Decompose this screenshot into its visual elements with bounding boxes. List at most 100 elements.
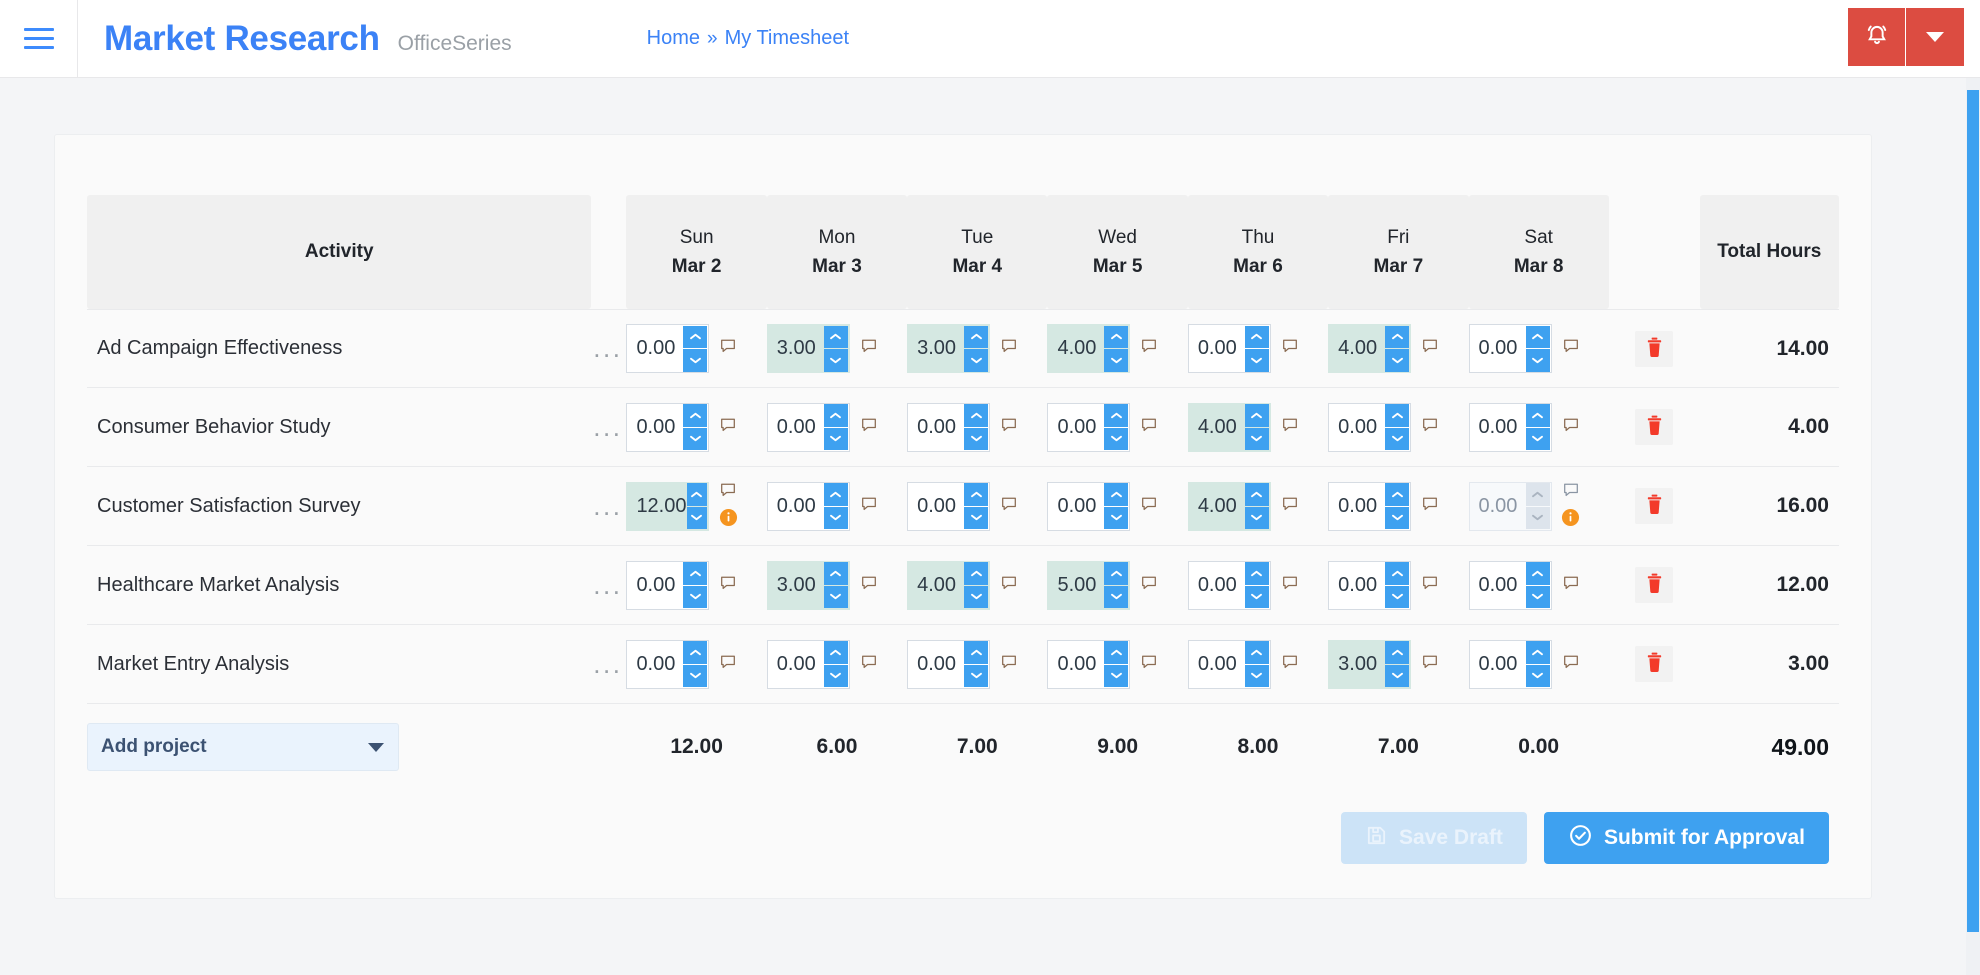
row-menu-button[interactable]: ... xyxy=(591,625,627,704)
comment-flag-icon[interactable] xyxy=(1000,653,1018,676)
hour-stepper[interactable] xyxy=(686,483,708,530)
chevron-down-icon[interactable] xyxy=(1385,585,1410,608)
info-circle-icon[interactable] xyxy=(719,508,738,532)
hamburger-menu-icon[interactable] xyxy=(0,0,78,78)
comment-flag-icon[interactable] xyxy=(1562,653,1580,676)
chevron-up-icon[interactable] xyxy=(683,641,708,664)
chevron-up-icon[interactable] xyxy=(1244,483,1269,506)
chevron-down-icon[interactable] xyxy=(1525,427,1550,450)
comment-flag-icon[interactable] xyxy=(860,337,878,360)
hour-input-wrapper[interactable]: 0.00 xyxy=(907,402,991,452)
chevron-up-icon[interactable] xyxy=(1525,404,1550,427)
comment-flag-icon[interactable] xyxy=(860,416,878,439)
chevron-down-icon[interactable] xyxy=(823,585,848,608)
hour-stepper[interactable] xyxy=(683,641,708,688)
chevron-up-icon[interactable] xyxy=(1525,483,1550,506)
chevron-up-icon[interactable] xyxy=(683,325,708,348)
chevron-down-icon[interactable] xyxy=(683,427,708,450)
comment-flag-icon[interactable] xyxy=(1562,481,1580,504)
comment-flag-icon[interactable] xyxy=(1140,653,1158,676)
add-project-dropdown[interactable]: Add project xyxy=(87,723,399,771)
chevron-up-icon[interactable] xyxy=(1244,641,1269,664)
hour-stepper[interactable] xyxy=(1385,562,1410,609)
chevron-up-icon[interactable] xyxy=(1104,404,1129,427)
chevron-down-icon[interactable] xyxy=(1525,506,1550,529)
chevron-down-icon[interactable] xyxy=(1104,664,1129,687)
chevron-up-icon[interactable] xyxy=(1385,404,1410,427)
chevron-up-icon[interactable] xyxy=(1104,325,1129,348)
chevron-down-icon[interactable] xyxy=(1525,349,1550,372)
hour-stepper[interactable] xyxy=(823,562,848,609)
comment-flag-icon[interactable] xyxy=(1421,495,1439,518)
chevron-down-icon[interactable] xyxy=(1385,349,1410,372)
comment-flag-icon[interactable] xyxy=(719,481,737,504)
hour-input-wrapper[interactable]: 0.00 xyxy=(1047,402,1131,452)
hour-input-wrapper[interactable]: 3.00 xyxy=(907,324,991,373)
chevron-down-icon[interactable] xyxy=(1385,427,1410,450)
hour-input-wrapper[interactable]: 0.00 xyxy=(907,639,991,689)
chevron-up-icon[interactable] xyxy=(964,483,989,506)
delete-row-button[interactable] xyxy=(1635,330,1674,367)
hour-input-wrapper[interactable]: 4.00 xyxy=(1328,324,1412,373)
hour-input-wrapper[interactable]: 0.00 xyxy=(1187,639,1271,689)
chevron-up-icon[interactable] xyxy=(683,562,708,585)
hour-stepper[interactable] xyxy=(823,641,848,688)
hour-input-wrapper[interactable]: 0.00 xyxy=(1468,481,1552,531)
chevron-up-icon[interactable] xyxy=(823,641,848,664)
chevron-down-icon[interactable] xyxy=(964,585,989,608)
hour-stepper[interactable] xyxy=(964,404,989,451)
chevron-down-icon[interactable] xyxy=(1244,585,1269,608)
notification-bell-button[interactable] xyxy=(1848,8,1906,66)
comment-flag-icon[interactable] xyxy=(1281,653,1299,676)
hour-stepper[interactable] xyxy=(1244,404,1269,451)
hour-stepper[interactable] xyxy=(1104,562,1129,609)
chevron-down-icon[interactable] xyxy=(1244,506,1269,529)
hour-input-wrapper[interactable]: 0.00 xyxy=(1187,560,1271,610)
breadcrumb-home-link[interactable]: Home xyxy=(647,27,700,50)
comment-flag-icon[interactable] xyxy=(1281,337,1299,360)
chevron-up-icon[interactable] xyxy=(823,325,848,348)
chevron-up-icon[interactable] xyxy=(1525,641,1550,664)
row-menu-button[interactable]: ... xyxy=(591,309,627,388)
comment-flag-icon[interactable] xyxy=(860,574,878,597)
hour-input-wrapper[interactable]: 0.00 xyxy=(1328,560,1412,610)
hour-stepper[interactable] xyxy=(1385,641,1410,688)
hour-stepper[interactable] xyxy=(823,404,848,451)
chevron-down-icon[interactable] xyxy=(964,349,989,372)
chevron-up-icon[interactable] xyxy=(1104,483,1129,506)
hour-input-wrapper[interactable]: 5.00 xyxy=(1047,560,1131,610)
hour-input-wrapper[interactable]: 4.00 xyxy=(1187,402,1271,452)
chevron-up-icon[interactable] xyxy=(964,325,989,348)
hour-stepper[interactable] xyxy=(1385,404,1410,451)
chevron-down-icon[interactable] xyxy=(686,506,708,529)
hour-input-wrapper[interactable]: 4.00 xyxy=(1047,324,1131,373)
delete-row-button[interactable] xyxy=(1635,646,1674,682)
hour-input-wrapper[interactable]: 0.00 xyxy=(1468,560,1552,610)
chevron-down-icon[interactable] xyxy=(1244,427,1269,450)
hour-input-wrapper[interactable]: 0.00 xyxy=(1047,639,1131,689)
chevron-up-icon[interactable] xyxy=(1244,562,1269,585)
comment-flag-icon[interactable] xyxy=(1140,495,1158,518)
comment-flag-icon[interactable] xyxy=(1000,416,1018,439)
hour-input-wrapper[interactable]: 4.00 xyxy=(907,560,991,610)
header-dropdown-button[interactable] xyxy=(1906,8,1964,66)
chevron-up-icon[interactable] xyxy=(823,483,848,506)
hour-input-wrapper[interactable]: 0.00 xyxy=(1468,639,1552,689)
comment-flag-icon[interactable] xyxy=(1140,337,1158,360)
chevron-up-icon[interactable] xyxy=(686,483,708,506)
hour-input-wrapper[interactable]: 3.00 xyxy=(766,324,850,373)
chevron-up-icon[interactable] xyxy=(964,641,989,664)
vertical-scrollbar-thumb[interactable] xyxy=(1967,90,1979,932)
chevron-down-icon[interactable] xyxy=(823,506,848,529)
submit-for-approval-button[interactable]: Submit for Approval xyxy=(1543,812,1829,864)
chevron-up-icon[interactable] xyxy=(1385,325,1410,348)
hour-input-wrapper[interactable]: 0.00 xyxy=(766,402,850,452)
hour-stepper[interactable] xyxy=(964,562,989,609)
save-draft-button[interactable]: Save Draft xyxy=(1341,812,1527,864)
comment-flag-icon[interactable] xyxy=(1140,574,1158,597)
chevron-down-icon[interactable] xyxy=(1385,664,1410,687)
hour-stepper[interactable] xyxy=(964,641,989,688)
hour-input-wrapper[interactable]: 0.00 xyxy=(907,481,991,531)
chevron-up-icon[interactable] xyxy=(964,562,989,585)
hour-input-wrapper[interactable]: 12.00 xyxy=(626,481,710,531)
